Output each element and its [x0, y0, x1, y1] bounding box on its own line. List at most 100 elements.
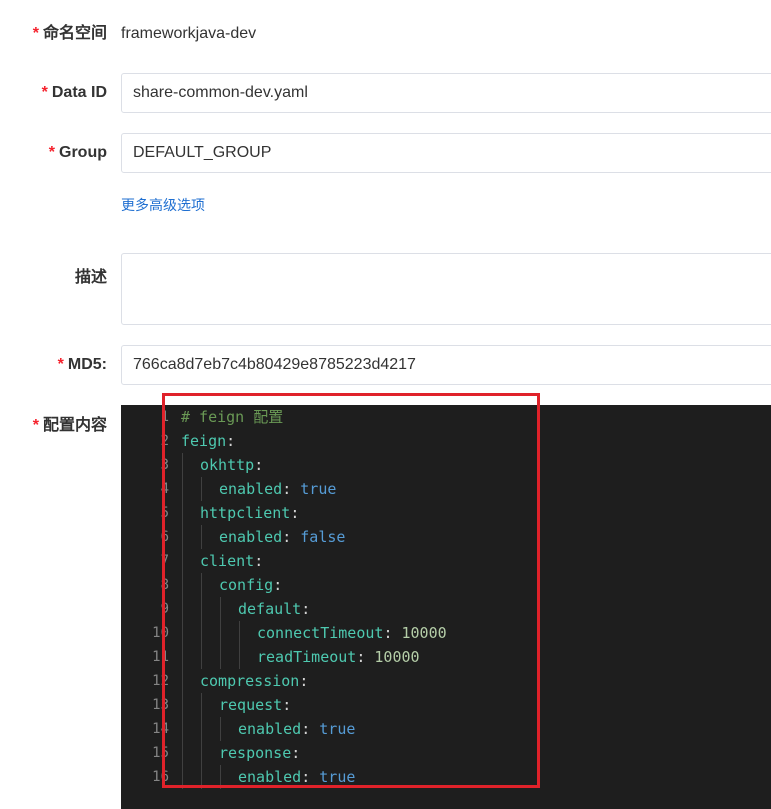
indent-guide [182, 597, 183, 621]
yaml-value: true [319, 768, 356, 786]
yaml-key: httpclient [200, 504, 291, 522]
yaml-colon: : [226, 432, 236, 450]
group-row: * Group DEFAULT_GROUP [0, 133, 771, 173]
indent-guide [201, 645, 202, 669]
namespace-value: frameworkjava-dev [121, 25, 257, 42]
line-number: 13 [152, 697, 169, 713]
line-number: 15 [152, 745, 169, 761]
indent-guide [182, 477, 183, 501]
code-line: 15 response: [121, 741, 771, 765]
code-line: 3 okhttp: [121, 453, 771, 477]
yaml-key: connectTimeout [257, 624, 384, 642]
yaml-colon: : [383, 624, 402, 642]
indent-guide [220, 645, 221, 669]
indent-guide [201, 621, 202, 645]
code-text: compression: [200, 669, 308, 693]
code-text: config: [219, 573, 282, 597]
code-line: 5 httpclient: [121, 501, 771, 525]
code-text: default: [238, 597, 310, 621]
indent-guide [182, 621, 183, 645]
md5-input[interactable]: 766ca8d7eb7c4b80429e8785223d4217 [121, 345, 771, 385]
line-number: 12 [152, 673, 169, 689]
line-number: 11 [152, 649, 169, 665]
yaml-colon: : [282, 528, 301, 546]
line-number: 16 [152, 769, 169, 785]
yaml-value: true [300, 480, 337, 498]
code-text: request: [219, 693, 291, 717]
indent-guide [182, 669, 183, 693]
required-marker: * [41, 84, 48, 101]
yaml-colon: : [282, 480, 301, 498]
line-number: 3 [160, 457, 169, 473]
code-line: 16 enabled: true [121, 765, 771, 789]
yaml-key: enabled [219, 480, 283, 498]
md5-label: * MD5: [57, 356, 107, 373]
line-number: 4 [160, 481, 169, 497]
indent-guide [182, 549, 183, 573]
indent-guide [182, 765, 183, 789]
yaml-colon: : [290, 504, 300, 522]
yaml-colon: : [301, 768, 320, 786]
yaml-value: false [300, 528, 346, 546]
group-label: * Group [48, 144, 107, 161]
indent-guide [220, 765, 221, 789]
data-id-row: * Data ID share-common-dev.yaml [0, 73, 771, 113]
yaml-key: compression [200, 672, 300, 690]
yaml-colon: : [273, 576, 283, 594]
code-line: 11 readTimeout: 10000 [121, 645, 771, 669]
yaml-key: config [219, 576, 274, 594]
indent-guide [182, 741, 183, 765]
yaml-colon: : [301, 600, 311, 618]
yaml-key: enabled [238, 720, 302, 738]
indent-guide [239, 645, 240, 669]
line-number: 1 [160, 409, 169, 425]
yaml-key: request [219, 696, 283, 714]
group-input[interactable]: DEFAULT_GROUP [121, 133, 771, 173]
indent-guide [239, 621, 240, 645]
indent-guide [220, 717, 221, 741]
namespace-label: * 命名空间 [32, 25, 107, 42]
data-id-input[interactable]: share-common-dev.yaml [121, 73, 771, 113]
indent-guide [182, 501, 183, 525]
md5-row: * MD5: 766ca8d7eb7c4b80429e8785223d4217 [0, 345, 771, 385]
indent-guide [201, 717, 202, 741]
yaml-value: 10000 [374, 648, 420, 666]
code-editor[interactable]: 1 # feign 配置 2 feign: 3 okhttp: 4 enabled: true… [121, 405, 771, 809]
line-number: 10 [152, 625, 169, 641]
line-number: 14 [152, 721, 169, 737]
code-comment: # feign 配置 [181, 408, 284, 426]
code-text: enabled: true [219, 477, 336, 501]
code-line: 1 # feign 配置 [121, 405, 771, 429]
content-label: * 配置内容 [32, 417, 107, 434]
line-number: 9 [160, 601, 169, 617]
indent-guide [201, 477, 202, 501]
required-marker: * [57, 356, 64, 373]
description-row: 描述 [0, 253, 771, 325]
indent-guide [201, 693, 202, 717]
line-number: 6 [160, 529, 169, 545]
code-line: 14 enabled: true [121, 717, 771, 741]
yaml-colon: : [301, 720, 320, 738]
indent-guide [220, 621, 221, 645]
code-line: 9 default: [121, 597, 771, 621]
code-text: connectTimeout: 10000 [257, 621, 447, 645]
line-number: 2 [160, 433, 169, 449]
yaml-colon: : [356, 648, 375, 666]
code-line: 4 enabled: true [121, 477, 771, 501]
advanced-options-link[interactable]: 更多高级选项 [121, 195, 205, 215]
indent-guide [201, 741, 202, 765]
yaml-key: enabled [219, 528, 283, 546]
yaml-value: 10000 [401, 624, 447, 642]
code-line: 7 client: [121, 549, 771, 573]
yaml-key: enabled [238, 768, 302, 786]
code-line: 8 config: [121, 573, 771, 597]
code-text: okhttp: [200, 453, 263, 477]
description-textarea[interactable] [121, 253, 771, 325]
line-number: 8 [160, 577, 169, 593]
code-line: 6 enabled: false [121, 525, 771, 549]
yaml-value: true [319, 720, 356, 738]
indent-guide [220, 597, 221, 621]
yaml-colon: : [254, 456, 264, 474]
code-text: feign: [181, 429, 235, 453]
code-text: httpclient: [200, 501, 299, 525]
